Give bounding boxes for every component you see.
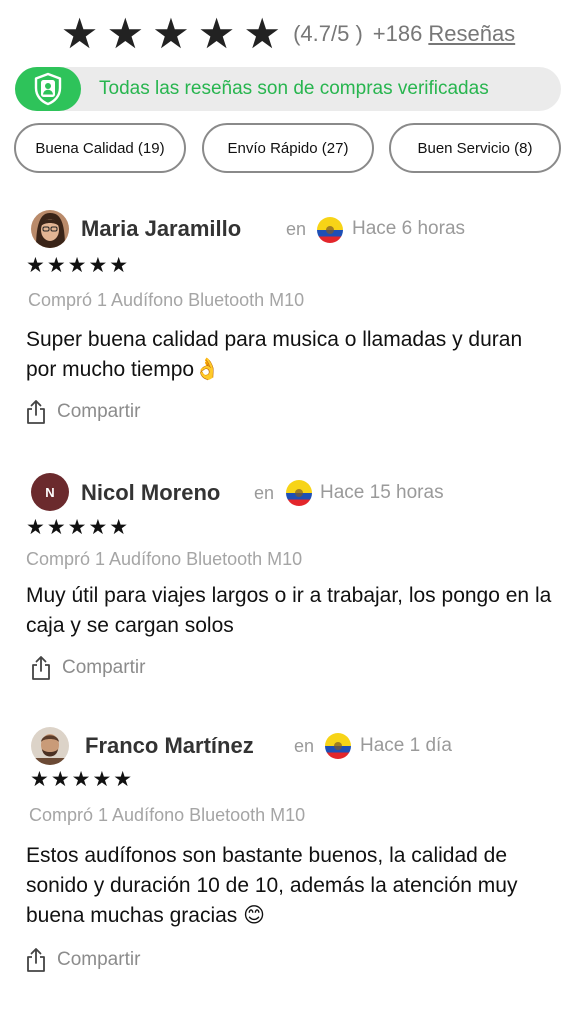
user-photo-icon [31,727,69,765]
avatar [31,210,69,248]
avatar: N [31,473,69,511]
review-stars: ★★★★★ [30,767,135,791]
review-count: +186 [372,21,423,46]
share-button[interactable]: Compartir [25,947,140,973]
ecuador-flag-icon [286,480,312,506]
review-time: Hace 6 horas [352,218,466,239]
review-text: Muy útil para viajes largos o ir a traba… [26,584,552,637]
star-icon: ★ [152,9,190,58]
reviewer-name: Nicol Moreno [81,480,221,505]
star-icon: ★ [243,9,282,58]
rating-summary: ★ ★ ★ ★ ★ (4.7/5 ) +186 Reseñas [0,10,576,58]
review-text: Estos audífonos son bastante buenos, la … [26,844,518,927]
filter-chip-buen-servicio[interactable]: Buen Servicio (8) [389,123,561,173]
share-icon [32,656,50,680]
review-text: Super buena calidad para musica o llamad… [26,328,523,381]
purchase-info: Compró 1 Audífono Bluetooth M10 [28,290,305,310]
review-stars: ★★★★★ [26,253,131,277]
share-button[interactable]: Compartir [25,399,140,425]
location-prefix: en [286,219,307,239]
verified-text: Todas las reseñas son de compras verific… [99,78,489,99]
verified-purchases-banner: Todas las reseñas son de compras verific… [15,67,561,111]
star-icon: ★ [106,9,145,58]
shield-user-icon [34,72,62,106]
location-prefix: en [294,736,315,756]
average-rating: (4.7/5 ) [293,21,363,46]
ecuador-flag-icon [325,733,351,759]
reviewer-name: Maria Jaramillo [81,216,242,241]
verified-badge [15,67,81,111]
purchase-info: Compró 1 Audífono Bluetooth M10 [26,549,303,569]
share-icon [27,400,45,424]
filter-chip-envio-rapido[interactable]: Envío Rápido (27) [202,123,374,173]
avatar [31,727,69,765]
rating-stars: ★ ★ ★ ★ ★ [61,13,281,55]
reviews-link[interactable]: Reseñas [428,21,515,47]
review-time: Hace 15 horas [320,482,444,503]
review-card: Franco Martínez en Hace 1 día ★★★★★ Comp… [0,723,576,983]
star-icon: ★ [60,9,99,58]
share-label: Compartir [57,401,141,422]
review-card: Maria Jaramillo en Hace 6 horas ★★★★★ Co… [0,205,576,435]
reviewer-name: Franco Martínez [85,733,254,758]
share-icon [27,948,45,972]
purchase-info: Compró 1 Audífono Bluetooth M10 [29,805,306,825]
filter-chip-buena-calidad[interactable]: Buena Calidad (19) [14,123,186,173]
review-time: Hace 1 día [360,735,452,756]
user-photo-icon [31,210,69,248]
filter-chips: Buena Calidad (19) Envío Rápido (27) Bue… [14,123,562,173]
share-label: Compartir [57,949,141,970]
review-card: N Nicol Moreno en Hace 15 horas ★★★★★ Co… [0,468,576,698]
review-stars: ★★★★★ [26,515,131,539]
share-label: Compartir [62,657,146,678]
location-prefix: en [254,483,275,503]
star-icon: ★ [197,9,236,58]
share-button[interactable]: Compartir [30,655,145,681]
avatar-initial: N [45,484,55,500]
ecuador-flag-icon [317,217,343,243]
